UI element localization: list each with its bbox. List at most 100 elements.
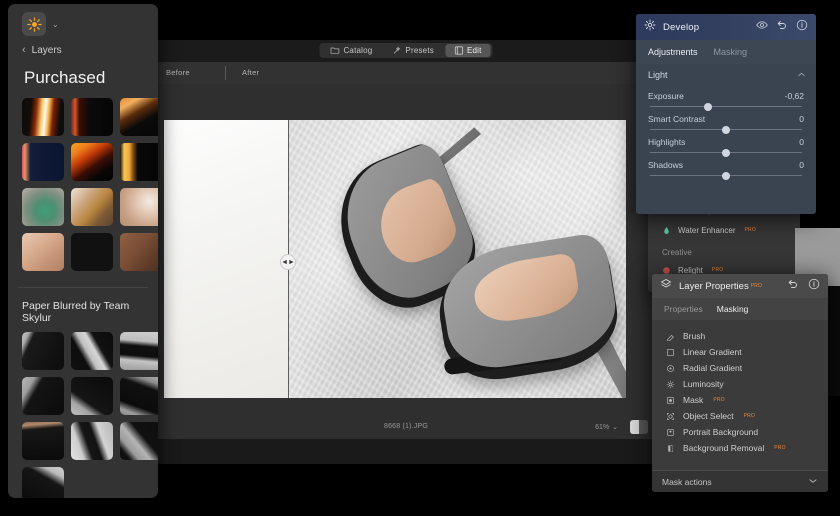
paper-thumb-3[interactable] bbox=[120, 332, 158, 370]
slider-knob[interactable] bbox=[722, 125, 730, 134]
sidebar-back-layers[interactable]: ‹ Layers bbox=[8, 42, 158, 58]
slider-knob[interactable] bbox=[722, 148, 730, 157]
masking-tool-label: Background Removal bbox=[683, 443, 765, 453]
mode-tab-catalog[interactable]: Catalog bbox=[321, 44, 381, 57]
masking-tool-linear-gradient[interactable]: Linear Gradient bbox=[652, 344, 828, 360]
masking-tool-radial-gradient[interactable]: Radial Gradient bbox=[652, 360, 828, 376]
section-light-header[interactable]: Light bbox=[636, 64, 816, 86]
masking-tool-label: Linear Gradient bbox=[683, 347, 742, 357]
background-removal-icon bbox=[668, 444, 674, 452]
luminosity-icon bbox=[666, 380, 675, 388]
masking-tool-mask[interactable]: Mask PRO bbox=[652, 392, 828, 408]
paper-thumb-8[interactable] bbox=[71, 422, 113, 460]
chevron-left-icon: ‹ bbox=[22, 44, 26, 56]
canvas-area[interactable]: ◄► bbox=[152, 84, 660, 439]
masking-tool-label: Brush bbox=[683, 331, 706, 341]
zoom-level-label: 61% bbox=[595, 423, 610, 431]
pro-badge: PRO bbox=[774, 445, 786, 451]
mode-tab-presets[interactable]: Presets bbox=[383, 44, 443, 57]
undo-icon[interactable] bbox=[787, 277, 799, 295]
sidebar-header: ⌄ bbox=[8, 4, 158, 42]
masking-tool-portrait-background[interactable]: Portrait Background bbox=[652, 424, 828, 440]
chevron-down-icon[interactable]: ⌄ bbox=[52, 20, 59, 29]
preset-thumb-3[interactable] bbox=[120, 98, 158, 136]
mask-actions-row[interactable]: Mask actions bbox=[652, 470, 828, 492]
editor-status-bar: 8668 (1).JPG 61% ⌄ bbox=[152, 417, 660, 439]
split-view-icon[interactable] bbox=[630, 420, 648, 434]
info-icon[interactable] bbox=[808, 277, 820, 295]
masking-tool-label: Radial Gradient bbox=[683, 363, 743, 373]
masking-tool-object-select[interactable]: Object Select PRO bbox=[652, 408, 828, 424]
masking-tool-label: Mask bbox=[683, 395, 704, 405]
editor-bottom-strip bbox=[152, 439, 660, 464]
background-edge-strip bbox=[826, 286, 840, 396]
mode-tab-edit[interactable]: Edit bbox=[444, 44, 491, 57]
tab-masking[interactable]: Masking bbox=[714, 47, 748, 57]
paper-thumb-grid bbox=[8, 332, 158, 498]
preset-thumb-1[interactable] bbox=[22, 98, 64, 136]
tab-adjustments[interactable]: Adjustments bbox=[648, 47, 698, 57]
paper-thumb-2[interactable] bbox=[71, 332, 113, 370]
preset-thumb-9[interactable] bbox=[120, 188, 158, 226]
paper-thumb-10[interactable] bbox=[22, 467, 64, 498]
preset-thumb-2[interactable] bbox=[71, 98, 113, 136]
info-icon[interactable] bbox=[796, 18, 808, 36]
mode-tab-catalog-label: Catalog bbox=[343, 46, 373, 55]
slider-label-group: Exposure -0,62 bbox=[648, 91, 804, 101]
slider-row-exposure: Exposure -0,62 bbox=[636, 86, 816, 111]
preset-thumb-10[interactable] bbox=[22, 233, 64, 271]
masking-tool-label: Luminosity bbox=[683, 379, 724, 389]
paper-thumb-6[interactable] bbox=[120, 377, 158, 415]
photo-compare-frame[interactable]: ◄► bbox=[164, 120, 626, 398]
preset-item-water-enhancer[interactable]: Water Enhancer PRO bbox=[648, 220, 800, 240]
preset-thumb-12[interactable] bbox=[120, 233, 158, 271]
screenshot-root: Catalog Presets Edit Before After ◄► 866… bbox=[0, 0, 840, 516]
slider-knob[interactable] bbox=[703, 102, 712, 111]
photo-before-pane bbox=[164, 120, 288, 398]
preset-thumb-11[interactable] bbox=[71, 233, 113, 271]
develop-slider-list: Exposure -0,62 Smart Contrast 0 Highlights 0 S… bbox=[636, 86, 816, 180]
paper-thumb-7[interactable] bbox=[22, 422, 64, 460]
paper-thumb-5[interactable] bbox=[71, 377, 113, 415]
tab-properties[interactable]: Properties bbox=[664, 304, 703, 314]
slider-track[interactable] bbox=[650, 171, 802, 180]
eye-icon[interactable] bbox=[756, 18, 768, 36]
split-handle-icon[interactable]: ◄► bbox=[280, 254, 296, 270]
preset-item-water-enhancer-label: Water Enhancer bbox=[678, 225, 736, 235]
develop-header-actions bbox=[756, 14, 808, 40]
object-select-icon bbox=[667, 412, 674, 420]
preset-thumb-5[interactable] bbox=[71, 143, 113, 181]
slider-track[interactable] bbox=[650, 125, 802, 134]
slider-track[interactable] bbox=[650, 102, 802, 111]
brush-icon bbox=[667, 334, 674, 341]
preset-thumb-6[interactable] bbox=[120, 143, 158, 181]
masking-tool-brush[interactable]: Brush bbox=[652, 328, 828, 344]
pro-badge: PRO bbox=[744, 227, 756, 233]
slider-row-shadows: Shadows 0 bbox=[636, 155, 816, 180]
slider-value: 0 bbox=[799, 137, 804, 147]
editor-topbar: Catalog Presets Edit bbox=[152, 40, 660, 62]
preset-thumb-4[interactable] bbox=[22, 143, 64, 181]
page-title: Purchased bbox=[24, 68, 106, 87]
section-light-label: Light bbox=[648, 70, 668, 80]
zoom-level-control[interactable]: 61% ⌄ bbox=[595, 423, 618, 432]
preset-group-creative: Creative bbox=[662, 248, 692, 257]
paper-thumb-4[interactable] bbox=[22, 377, 64, 415]
folder-icon bbox=[330, 46, 340, 55]
paper-thumb-1[interactable] bbox=[22, 332, 64, 370]
status-filename: 8668 (1).JPG bbox=[383, 423, 429, 430]
preset-thumb-8[interactable] bbox=[71, 188, 113, 226]
sun-starburst-icon[interactable] bbox=[22, 12, 46, 36]
preset-thumb-7[interactable] bbox=[22, 188, 64, 226]
slider-knob[interactable] bbox=[722, 171, 730, 180]
slider-track[interactable] bbox=[650, 148, 802, 157]
layer-properties-header: Layer Properties PRO bbox=[652, 274, 828, 298]
tab-masking[interactable]: Masking bbox=[717, 304, 749, 314]
masking-tool-luminosity[interactable]: Luminosity bbox=[652, 376, 828, 392]
mask-actions-label: Mask actions bbox=[662, 476, 712, 487]
masking-tool-background-removal[interactable]: Background Removal PRO bbox=[652, 440, 828, 456]
slider-label: Shadows bbox=[648, 160, 683, 170]
pro-badge: PRO bbox=[711, 267, 724, 273]
undo-icon[interactable] bbox=[776, 18, 788, 36]
paper-thumb-9[interactable] bbox=[120, 422, 158, 460]
